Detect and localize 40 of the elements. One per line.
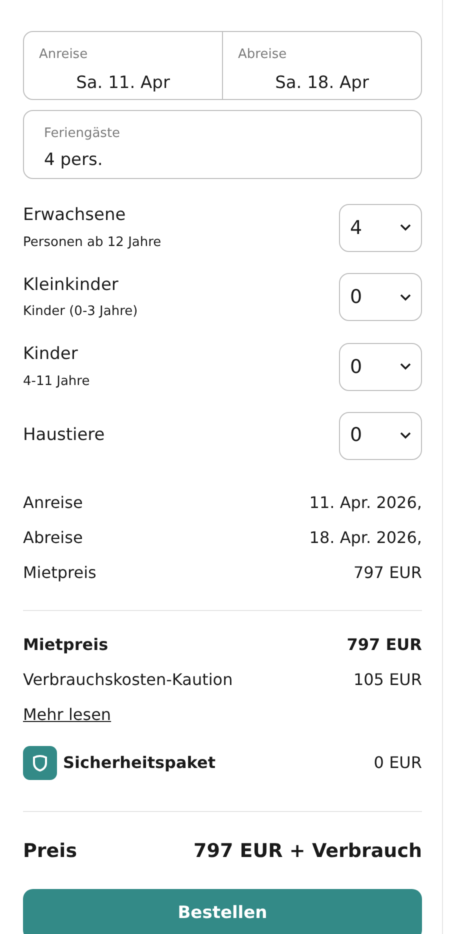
summary-value: 18. Apr. 2026, bbox=[309, 527, 422, 549]
guest-type-hint: Personen ab 12 Jahre bbox=[23, 234, 162, 252]
field-label: Anreise bbox=[39, 46, 88, 64]
package-label: Sicherheitspaket bbox=[63, 752, 216, 774]
guest-type-hint: Kinder (0-3 Jahre) bbox=[23, 303, 138, 321]
date-value: Sa. 11. Apr bbox=[76, 72, 170, 95]
field-label: Abreise bbox=[238, 46, 287, 64]
date-value: Sa. 18. Apr bbox=[275, 72, 369, 95]
chevron-down-icon bbox=[400, 224, 411, 232]
summary-value: 797 EUR bbox=[353, 562, 422, 584]
count-select[interactable]: 0 bbox=[339, 342, 422, 391]
shield-icon bbox=[23, 746, 57, 780]
chevron-down-icon bbox=[400, 363, 411, 370]
count-select[interactable]: 0 bbox=[339, 412, 422, 460]
cost-value: 797 EUR bbox=[346, 634, 422, 656]
chevron-down-icon bbox=[400, 432, 411, 439]
order-button[interactable]: Bestellen bbox=[23, 888, 422, 934]
guest-type-label: Erwachsene bbox=[23, 204, 126, 227]
guest-type-label: Kinder bbox=[23, 343, 78, 366]
summary-label: Mietpreis bbox=[23, 562, 96, 584]
summary-label: Abreise bbox=[23, 527, 83, 549]
guest-type-label: Kleinkinder bbox=[23, 274, 118, 296]
cost-value: 105 EUR bbox=[353, 669, 422, 691]
date-range-field[interactable]: Anreise Sa. 11. Apr Abreise Sa. 18. Apr bbox=[23, 31, 422, 100]
total-value: 797 EUR + Verbrauch bbox=[194, 839, 422, 864]
count-select[interactable]: 0 bbox=[339, 273, 422, 322]
cost-label: Mietpreis bbox=[23, 634, 108, 656]
count-select[interactable]: 4 bbox=[339, 204, 422, 252]
field-label: Feriengäste bbox=[44, 125, 120, 143]
cost-label: Verbrauchskosten-Kaution bbox=[23, 669, 233, 691]
guest-type-hint: 4-11 Jahre bbox=[23, 372, 90, 390]
guests-field[interactable]: Feriengäste 4 pers. bbox=[23, 110, 422, 179]
summary-value: 11. Apr. 2026, bbox=[309, 492, 422, 514]
summary-label: Anreise bbox=[23, 492, 83, 514]
cost-value: 0 EUR bbox=[374, 752, 422, 774]
read-more-link[interactable]: Mehr lesen bbox=[23, 703, 112, 727]
guest-type-label: Haustiere bbox=[23, 424, 105, 447]
guests-value: 4 pers. bbox=[44, 149, 103, 172]
total-label: Preis bbox=[23, 839, 78, 864]
chevron-down-icon bbox=[400, 294, 411, 301]
